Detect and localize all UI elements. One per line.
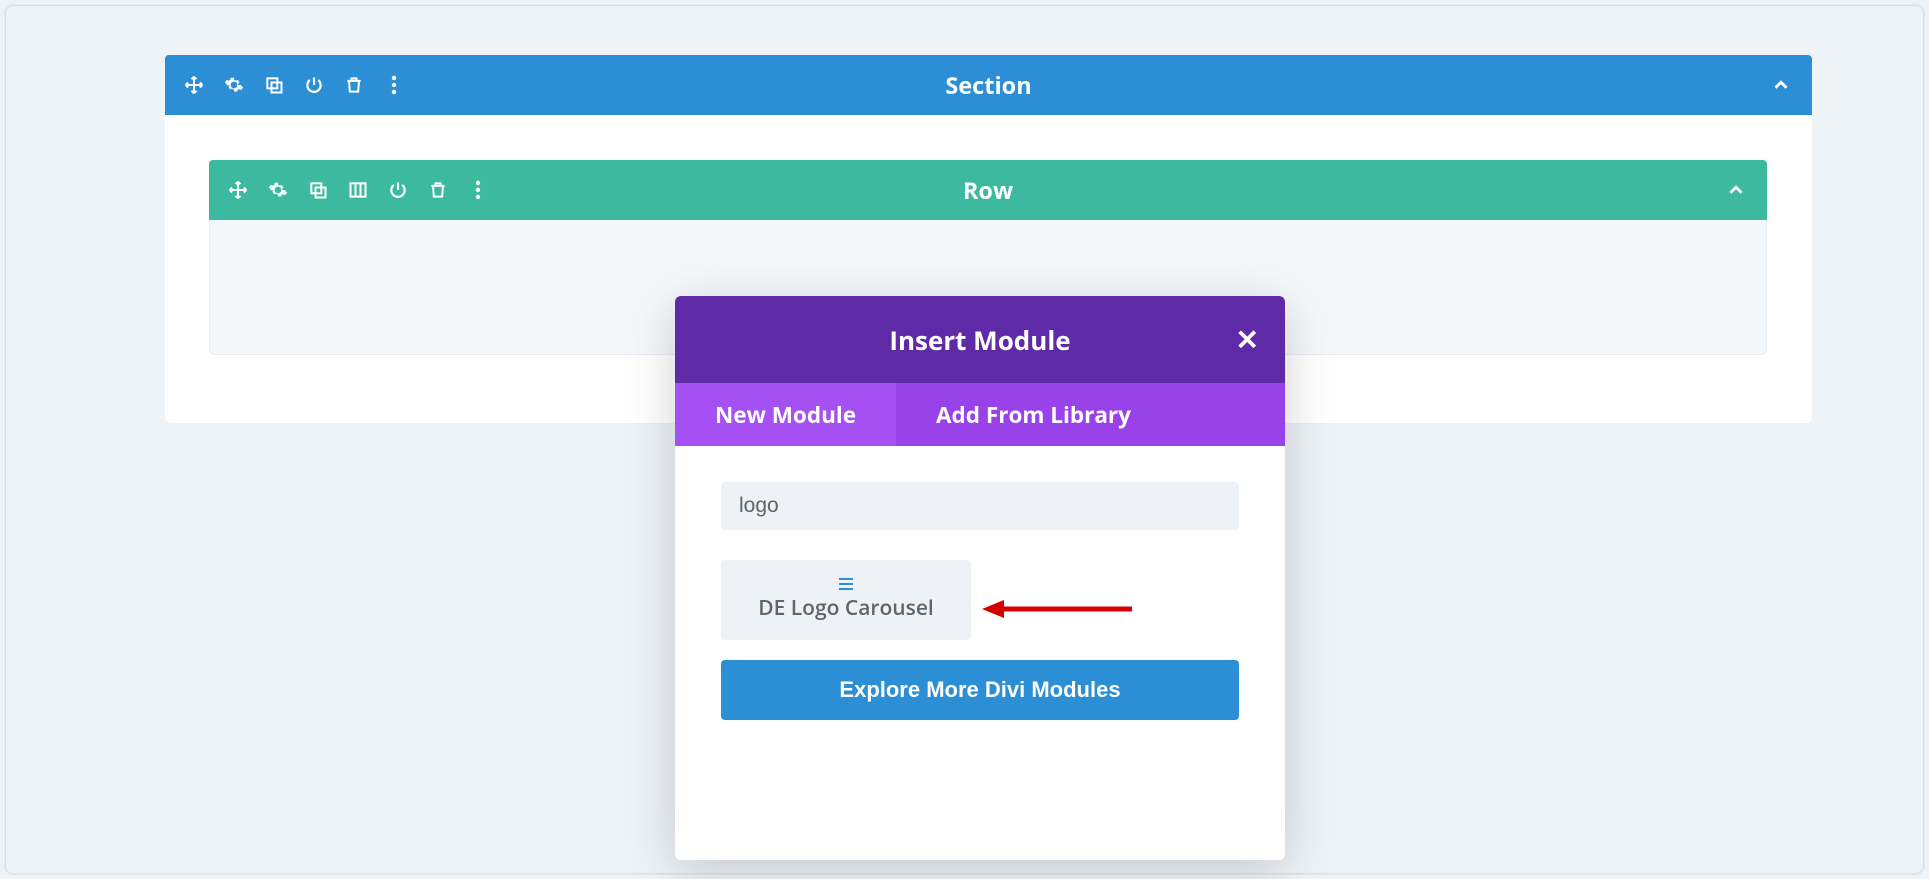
builder-frame: Section	[5, 5, 1924, 874]
section-header-bar: Section	[165, 55, 1812, 115]
section-title: Section	[165, 69, 1812, 101]
gear-icon[interactable]	[223, 74, 245, 96]
power-icon[interactable]	[303, 74, 325, 96]
more-icon[interactable]	[383, 74, 405, 96]
power-icon[interactable]	[387, 179, 409, 201]
more-icon[interactable]	[467, 179, 489, 201]
chevron-up-icon[interactable]	[1725, 179, 1747, 201]
trash-icon[interactable]	[427, 179, 449, 201]
tab-add-from-library[interactable]: Add From Library	[896, 383, 1171, 446]
trash-icon[interactable]	[343, 74, 365, 96]
columns-icon[interactable]	[347, 179, 369, 201]
module-label: DE Logo Carousel	[758, 594, 934, 622]
module-item-de-logo-carousel[interactable]: DE Logo Carousel	[721, 560, 971, 640]
duplicate-icon[interactable]	[263, 74, 285, 96]
close-icon[interactable]: ✕	[1236, 323, 1259, 356]
insert-module-modal: Insert Module ✕ New Module Add From Libr…	[675, 296, 1285, 860]
move-icon[interactable]	[227, 179, 249, 201]
chevron-up-icon[interactable]	[1770, 74, 1792, 96]
hamburger-icon	[838, 578, 854, 590]
modal-header: Insert Module ✕	[675, 296, 1285, 383]
modal-title: Insert Module	[889, 322, 1070, 358]
duplicate-icon[interactable]	[307, 179, 329, 201]
module-search-input[interactable]	[721, 482, 1239, 530]
row-toolbar	[209, 179, 489, 201]
move-icon[interactable]	[183, 74, 205, 96]
section-toolbar	[165, 74, 405, 96]
gear-icon[interactable]	[267, 179, 289, 201]
row-header-bar: Row	[209, 160, 1767, 220]
modal-tabs: New Module Add From Library	[675, 383, 1285, 446]
modal-body: DE Logo Carousel Explore More Divi Modul…	[675, 446, 1285, 756]
tab-new-module[interactable]: New Module	[675, 383, 896, 446]
explore-more-modules-button[interactable]: Explore More Divi Modules	[721, 660, 1239, 720]
